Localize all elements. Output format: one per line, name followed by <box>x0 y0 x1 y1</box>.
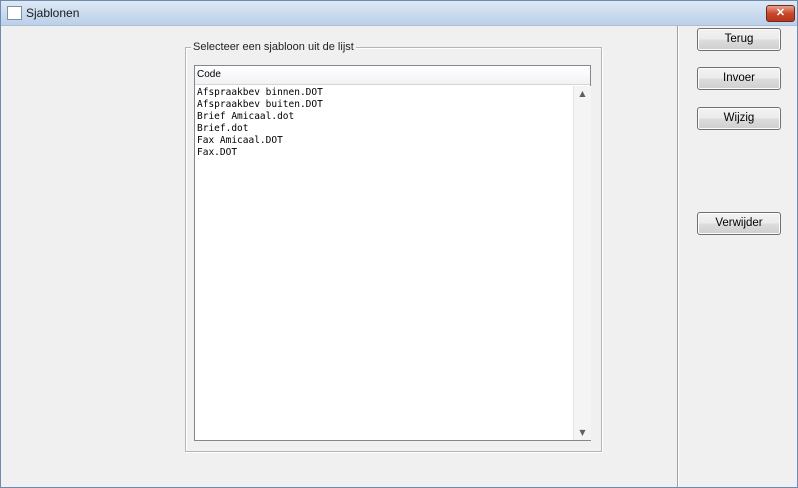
list-header[interactable]: Code <box>195 66 590 85</box>
list-items: Afspraakbev binnen.DOT Afspraakbev buite… <box>197 87 323 159</box>
list-item[interactable]: Fax Amicaal.DOT <box>197 135 323 147</box>
list-item[interactable]: Afspraakbev buiten.DOT <box>197 99 323 111</box>
column-header-code[interactable]: Code <box>197 69 221 80</box>
window-icon <box>7 6 22 20</box>
template-list[interactable]: Code Afspraakbev binnen.DOT Afspraakbev … <box>194 65 591 441</box>
list-item[interactable]: Brief Amicaal.dot <box>197 111 323 123</box>
terug-button[interactable]: Terug <box>697 28 781 51</box>
list-item[interactable]: Fax.DOT <box>197 147 323 159</box>
vertical-scrollbar[interactable]: ▲ ▼ <box>573 86 591 440</box>
title-bar[interactable]: Sjablonen ✕ <box>1 1 797 26</box>
groupbox-legend: Selecteer een sjabloon uit de lijst <box>191 41 356 53</box>
close-button[interactable]: ✕ <box>766 5 795 22</box>
sjablonen-window: Sjablonen ✕ Selecteer een sjabloon uit d… <box>0 0 798 488</box>
invoer-button[interactable]: Invoer <box>697 67 781 90</box>
scroll-down-icon[interactable]: ▼ <box>574 425 591 440</box>
client-area: Selecteer een sjabloon uit de lijst Code… <box>1 26 797 487</box>
window-title: Sjablonen <box>26 6 80 20</box>
scroll-up-icon[interactable]: ▲ <box>574 86 591 101</box>
verwijder-button[interactable]: Verwijder <box>697 212 781 235</box>
panel-divider-highlight <box>678 26 679 487</box>
list-item[interactable]: Afspraakbev binnen.DOT <box>197 87 323 99</box>
wijzig-button[interactable]: Wijzig <box>697 107 781 130</box>
close-icon: ✕ <box>775 7 786 19</box>
list-item[interactable]: Brief.dot <box>197 123 323 135</box>
